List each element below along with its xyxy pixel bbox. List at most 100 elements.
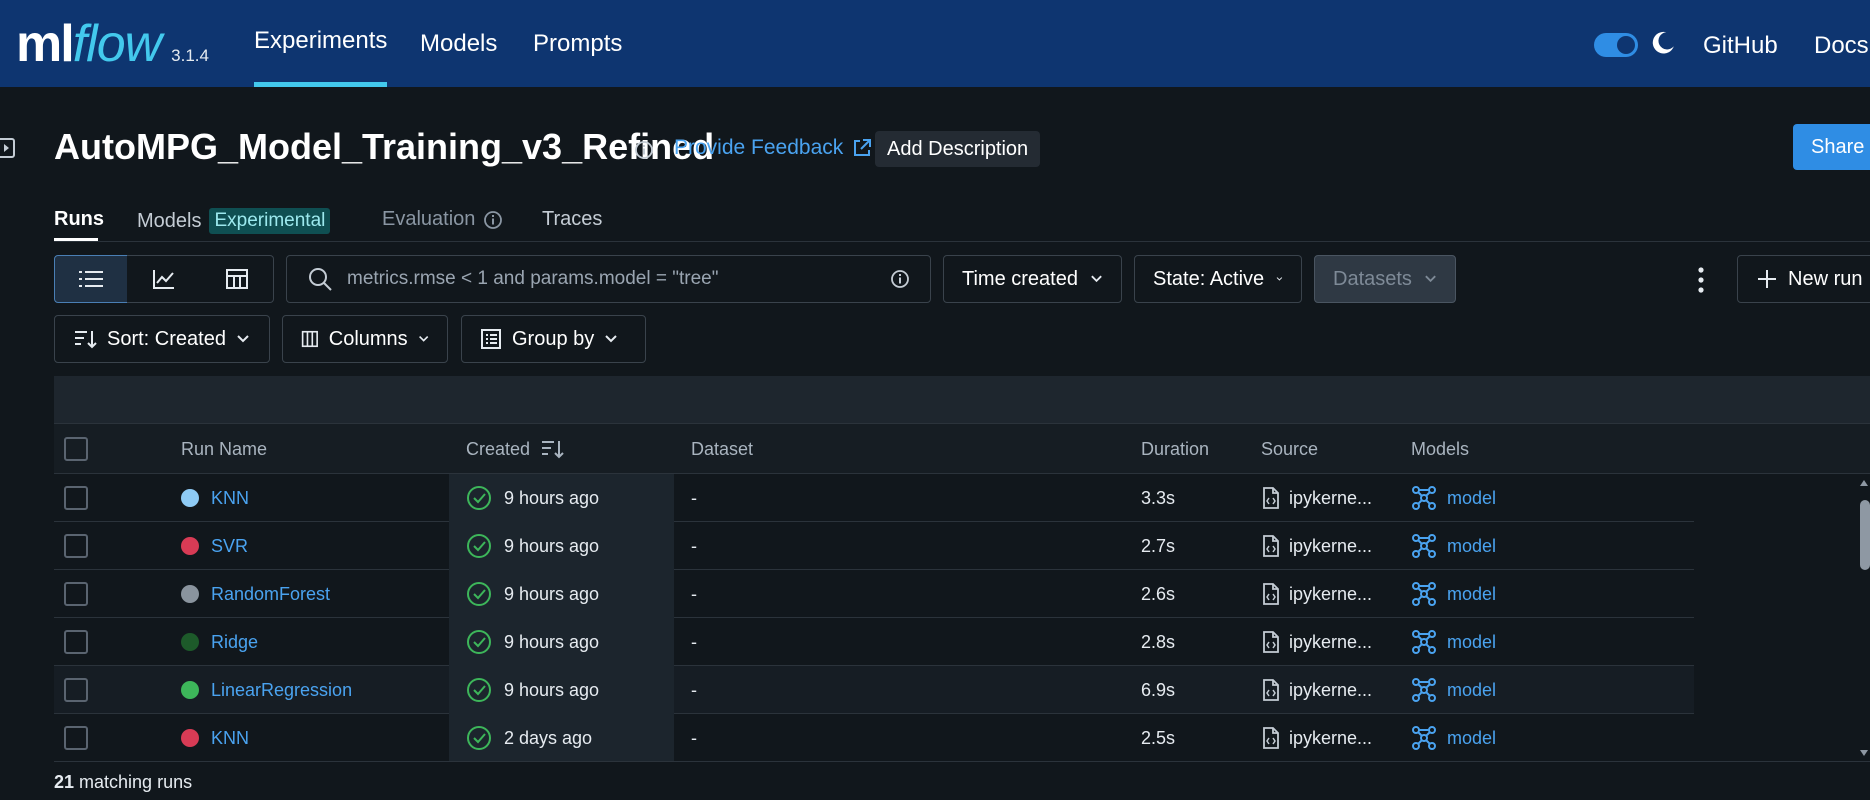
source-link[interactable]: ipykerne... [1289, 536, 1372, 557]
provide-feedback-link[interactable]: Provide Feedback [674, 136, 873, 160]
docs-link[interactable]: Docs [1814, 0, 1869, 92]
row-checkbox[interactable] [64, 678, 88, 702]
models-cell: model [1411, 474, 1496, 522]
model-icon [1412, 678, 1436, 702]
run-color-dot[interactable] [181, 537, 199, 555]
notebook-file-icon [1263, 535, 1279, 557]
dark-mode-toggle[interactable] [1594, 33, 1638, 57]
table-row[interactable]: RandomForest 9 hours ago - 2.6s ipykerne... m… [54, 570, 1694, 618]
add-description-button[interactable]: Add Description [875, 131, 1041, 167]
model-link[interactable]: model [1447, 584, 1496, 605]
runs-count-number: 21 [54, 772, 75, 792]
run-color-dot[interactable] [181, 729, 199, 747]
column-header-source[interactable]: Source [1261, 424, 1318, 474]
tab-evaluation[interactable]: Evaluation [382, 208, 503, 231]
run-name-link[interactable]: LinearRegression [211, 680, 352, 701]
column-header-created-label: Created [466, 438, 531, 459]
duration-cell: 2.8s [1141, 631, 1176, 652]
nav-prompts[interactable]: Prompts [533, 0, 622, 87]
search-syntax-info-icon[interactable] [890, 269, 910, 289]
source-link[interactable]: ipykerne... [1289, 680, 1372, 701]
github-link[interactable]: GitHub [1703, 0, 1778, 92]
column-header-run-name[interactable]: Run Name [181, 424, 267, 474]
column-header-dataset[interactable]: Dataset [691, 424, 753, 474]
info-icon[interactable] [634, 140, 654, 160]
table-row[interactable]: KNN 2 days ago - 2.5s ipykerne... model [54, 714, 1694, 762]
search-runs-input[interactable]: metrics.rmse < 1 and params.model = "tre… [286, 255, 931, 303]
created-time-link[interactable]: 9 hours ago [504, 536, 599, 557]
source-link[interactable]: ipykerne... [1289, 488, 1372, 509]
model-link[interactable]: model [1447, 488, 1496, 509]
source-link[interactable]: ipykerne... [1289, 632, 1372, 653]
source-link[interactable]: ipykerne... [1289, 584, 1372, 605]
mlflow-logo[interactable]: ml flow 3.1.4 [16, 14, 209, 74]
created-cell: 9 hours ago [466, 666, 599, 714]
evaluation-view-button[interactable] [200, 255, 274, 303]
run-name-link[interactable]: SVR [211, 536, 248, 557]
tab-models-label: Models [137, 209, 202, 232]
run-name-link[interactable]: KNN [211, 488, 249, 509]
row-checkbox[interactable] [64, 630, 88, 654]
created-time-link[interactable]: 9 hours ago [504, 488, 599, 509]
chevron-down-icon [605, 335, 617, 343]
state-filter-dropdown[interactable]: State: Active [1134, 255, 1302, 303]
created-time-link[interactable]: 9 hours ago [504, 680, 599, 701]
tab-models[interactable]: Models Experimental [137, 208, 331, 234]
row-checkbox[interactable] [64, 486, 88, 510]
table-view-button[interactable] [54, 255, 128, 303]
run-color-dot[interactable] [181, 633, 199, 651]
info-icon [484, 210, 503, 229]
share-button[interactable]: Share [1793, 124, 1870, 170]
column-header-duration[interactable]: Duration [1141, 424, 1209, 474]
run-color-dot[interactable] [181, 681, 199, 699]
more-options-icon[interactable] [1694, 265, 1708, 295]
model-link[interactable]: model [1447, 680, 1496, 701]
created-time-link[interactable]: 2 days ago [504, 728, 592, 749]
run-name-cell: SVR [181, 522, 248, 570]
source-link[interactable]: ipykerne... [1289, 728, 1372, 749]
version-label: 3.1.4 [171, 46, 209, 65]
table-row[interactable]: LinearRegression 9 hours ago - 6.9s ipykerne… [54, 666, 1694, 714]
row-checkbox[interactable] [64, 582, 88, 606]
column-header-created[interactable]: Created [466, 424, 564, 474]
dataset-cell: - [691, 535, 697, 556]
column-header-models[interactable]: Models [1411, 424, 1469, 474]
model-link[interactable]: model [1447, 536, 1496, 557]
nav-experiments[interactable]: Experiments [254, 0, 388, 87]
sort-dropdown[interactable]: Sort: Created [54, 315, 270, 363]
datasets-dropdown[interactable]: Datasets [1314, 255, 1456, 303]
chevron-down-icon [418, 336, 428, 342]
tab-runs[interactable]: Runs [54, 208, 104, 231]
chevron-down-icon [1425, 275, 1436, 283]
table-row[interactable]: KNN 9 hours ago - 3.3s ipykerne... model [54, 474, 1694, 522]
run-name-link[interactable]: RandomForest [211, 584, 330, 605]
created-time-link[interactable]: 9 hours ago [504, 632, 599, 653]
model-link[interactable]: model [1447, 728, 1496, 749]
run-color-dot[interactable] [181, 489, 199, 507]
tab-traces[interactable]: Traces [542, 208, 602, 231]
time-created-dropdown[interactable]: Time created [943, 255, 1122, 303]
sidebar-toggle-icon[interactable] [0, 138, 16, 158]
new-run-button[interactable]: New run [1737, 255, 1870, 303]
external-link-icon [854, 139, 872, 156]
group-by-dropdown[interactable]: Group by [461, 315, 646, 363]
source-cell: ipykerne... [1261, 666, 1372, 714]
select-all-checkbox[interactable] [64, 437, 88, 461]
run-name-link[interactable]: Ridge [211, 632, 258, 653]
scrollbar-thumb[interactable] [1860, 500, 1870, 570]
run-color-dot[interactable] [181, 585, 199, 603]
logo-ml-text: ml [16, 15, 75, 73]
columns-dropdown[interactable]: Columns [282, 315, 448, 363]
dataset-cell: - [691, 583, 697, 604]
nav-models[interactable]: Models [420, 0, 497, 87]
table-row[interactable]: SVR 9 hours ago - 2.7s ipykerne... model [54, 522, 1694, 570]
model-link[interactable]: model [1447, 632, 1496, 653]
table-row[interactable]: Ridge 9 hours ago - 2.8s ipykerne... model [54, 618, 1694, 666]
row-checkbox[interactable] [64, 726, 88, 750]
chart-view-button[interactable] [127, 255, 201, 303]
created-time-link[interactable]: 9 hours ago [504, 584, 599, 605]
run-name-link[interactable]: KNN [211, 728, 249, 749]
row-checkbox[interactable] [64, 534, 88, 558]
toggle-knob [1617, 36, 1635, 54]
models-cell: model [1411, 618, 1496, 666]
